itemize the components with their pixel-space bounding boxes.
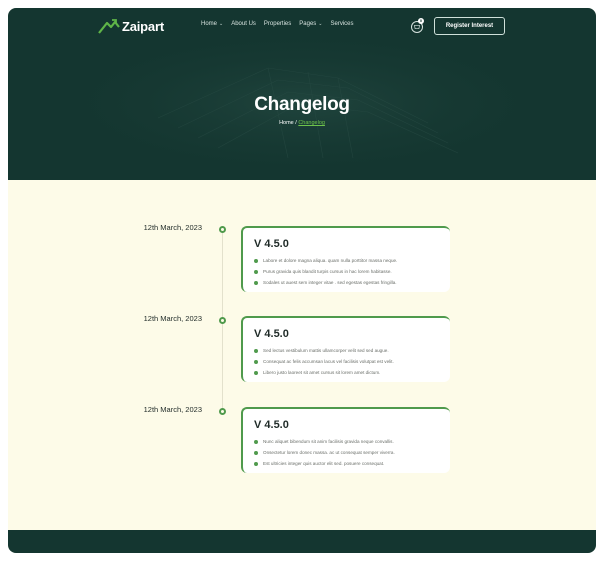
nav-item-label: About Us xyxy=(231,21,256,27)
change-list: Labore et dolore magna aliqua. quam null… xyxy=(254,255,397,288)
changelog-card: V 4.5.0 Nunc aliquet bibendum sit anim f… xyxy=(241,407,450,473)
version-title: V 4.5.0 xyxy=(254,328,289,340)
hero-header: Zaipart Home ⌄ About Us Properties Pages… xyxy=(8,8,596,180)
logo-text: Zaipart xyxy=(122,18,164,34)
list-item: Est ultricies integer quis auctor elit s… xyxy=(254,458,395,469)
entry-date: 12th March, 2023 xyxy=(143,405,202,414)
cart-count-badge: 0 xyxy=(418,18,424,24)
chevron-down-icon: ⌄ xyxy=(318,21,323,27)
bullet-icon xyxy=(254,450,258,455)
list-item-text: Sodales ut auest sem integer vitae . sed… xyxy=(263,280,397,285)
bullet-icon xyxy=(254,269,258,274)
entry-date: 12th March, 2023 xyxy=(143,314,202,323)
list-item-text: Purus gravida quis blandit turpis cursus… xyxy=(263,269,392,274)
nav-item-label: Pages xyxy=(299,21,317,27)
change-list: Sed lectus vestibulum mattis ullamcorper… xyxy=(254,345,394,378)
nav-item-home[interactable]: Home ⌄ xyxy=(201,21,223,27)
bullet-icon xyxy=(254,280,258,285)
breadcrumb-current[interactable]: Changelog xyxy=(298,120,325,126)
navbar: Zaipart Home ⌄ About Us Properties Pages… xyxy=(8,8,596,44)
timeline-dot xyxy=(219,408,226,415)
nav-item-services[interactable]: Services xyxy=(330,21,353,27)
list-item: Nunc aliquet bibendum sit anim facilisis… xyxy=(254,436,395,447)
version-title: V 4.5.0 xyxy=(254,419,289,431)
list-item: Consequat ac felis accumsan lacus vel fa… xyxy=(254,356,394,367)
list-item-text: Labore et dolore magna aliqua. quam null… xyxy=(263,258,398,263)
logo[interactable]: Zaipart xyxy=(98,17,164,35)
nav-item-label: Properties xyxy=(263,21,292,27)
bullet-icon xyxy=(254,348,258,353)
logo-house-icon xyxy=(98,19,120,34)
main-nav: Home ⌄ About Us Properties Pages ⌄ Servi… xyxy=(201,21,354,27)
changelog-card: V 4.5.0 Labore et dolore magna aliqua. q… xyxy=(241,226,450,292)
version-title: V 4.5.0 xyxy=(254,238,289,250)
change-list: Nunc aliquet bibendum sit anim facilisis… xyxy=(254,436,395,469)
list-item: Purus gravida quis blandit turpis cursus… xyxy=(254,266,397,277)
footer xyxy=(8,530,596,553)
register-interest-button[interactable]: Register Interest xyxy=(434,17,505,35)
bullet-icon xyxy=(254,439,258,444)
breadcrumb-separator: / xyxy=(295,120,297,126)
list-item-text: Est ultricies integer quis auctor elit s… xyxy=(263,461,385,466)
bullet-icon xyxy=(254,370,258,375)
list-item-text: Onsectetur lorem donec massa. ac ut cons… xyxy=(263,450,395,455)
list-item: Labore et dolore magna aliqua. quam null… xyxy=(254,255,397,266)
changelog-card: V 4.5.0 Sed lectus vestibulum mattis ull… xyxy=(241,316,450,382)
bullet-icon xyxy=(254,359,258,364)
page-frame: Zaipart Home ⌄ About Us Properties Pages… xyxy=(8,8,596,553)
timeline-dot xyxy=(219,226,226,233)
list-item-text: Consequat ac felis accumsan lacus vel fa… xyxy=(263,359,394,364)
nav-item-properties[interactable]: Properties xyxy=(264,21,291,27)
entry-date: 12th March, 2023 xyxy=(143,223,202,232)
page-title: Changelog xyxy=(254,94,350,115)
list-item: Sed lectus vestibulum mattis ullamcorper… xyxy=(254,345,394,356)
timeline-dot xyxy=(219,317,226,324)
nav-item-label: Home xyxy=(201,21,218,27)
list-item: Libero justo laoreet sit amet cursus sit… xyxy=(254,367,394,378)
list-item-text: Sed lectus vestibulum mattis ullamcorper… xyxy=(263,348,389,353)
breadcrumb: Home / Changelog xyxy=(8,120,596,126)
list-item-text: Nunc aliquet bibendum sit anim facilisis… xyxy=(263,439,394,444)
breadcrumb-home[interactable]: Home xyxy=(279,120,294,126)
bullet-icon xyxy=(254,258,258,263)
list-item: Onsectetur lorem donec massa. ac ut cons… xyxy=(254,447,395,458)
nav-item-label: Services xyxy=(330,21,354,27)
list-item: Sodales ut auest sem integer vitae . sed… xyxy=(254,277,397,288)
nav-item-pages[interactable]: Pages ⌄ xyxy=(299,21,322,27)
chevron-down-icon: ⌄ xyxy=(219,21,224,27)
list-item-text: Libero justo laoreet sit amet cursus sit… xyxy=(263,370,381,375)
bullet-icon xyxy=(254,461,258,466)
nav-item-about-us[interactable]: About Us xyxy=(231,21,256,27)
